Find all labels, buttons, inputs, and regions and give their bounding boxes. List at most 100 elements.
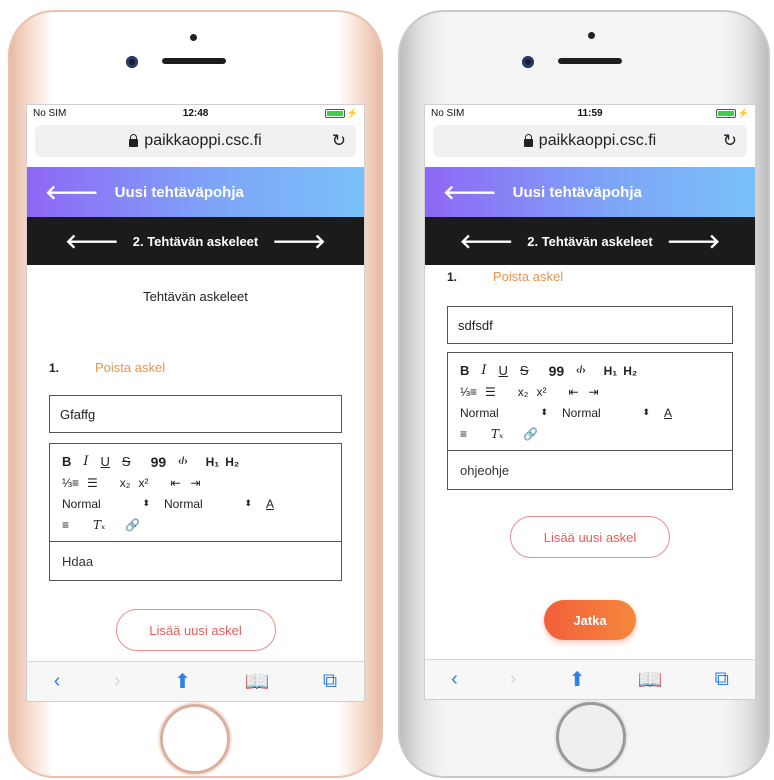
back-nav-icon[interactable]: ‹: [54, 670, 61, 693]
bullet-list-icon[interactable]: ☰: [485, 385, 496, 399]
charging-icon: ⚡: [737, 107, 749, 118]
text-color-button[interactable]: A: [266, 497, 274, 511]
indent-icon[interactable]: ⇥: [191, 476, 201, 490]
outdent-icon[interactable]: ⇤: [170, 476, 180, 490]
step-row: 1. Poista askel: [447, 269, 733, 284]
charging-icon: ⚡: [346, 107, 358, 118]
superscript-button[interactable]: x²: [138, 476, 148, 490]
address-bar[interactable]: paikkaoppi.csc.fi ↻: [35, 125, 356, 157]
align-icon[interactable]: ≡: [460, 427, 467, 441]
section-title: Tehtävän askeleet: [143, 289, 248, 304]
status-bar: No SIM 12:48 ⚡: [27, 105, 364, 121]
heading1-button[interactable]: H₁: [604, 364, 618, 378]
strikethrough-button[interactable]: S: [520, 363, 529, 378]
remove-step-link[interactable]: Poista askel: [493, 269, 563, 284]
underline-button[interactable]: U: [499, 363, 508, 378]
rich-text-editor: B I U S 99 ‹/› H₁ H₂ ⅓≡ ☰ x₂ x² ⇤ ⇥ Norm…: [49, 443, 342, 581]
quote-button[interactable]: 99: [151, 454, 167, 470]
step-title-input[interactable]: sdfsdf: [447, 306, 733, 344]
text-color-button[interactable]: A: [664, 406, 672, 420]
step-navigation: 🡐 2. Tehtävän askeleet 🡒: [425, 217, 755, 265]
heading2-button[interactable]: H₂: [225, 455, 239, 469]
content-area: Tehtävän askeleet 1. Poista askel Gfaffg…: [27, 289, 364, 651]
clear-format-icon[interactable]: Tₓ: [93, 518, 105, 532]
next-step-arrow-icon[interactable]: 🡒: [667, 229, 721, 254]
clock: 11:59: [577, 107, 603, 119]
home-button[interactable]: [160, 704, 230, 774]
subscript-button[interactable]: x₂: [518, 385, 529, 399]
font-select-value: Normal: [164, 496, 203, 511]
status-bar: No SIM 11:59 ⚡: [425, 105, 755, 121]
tabs-icon[interactable]: ⧉: [715, 668, 729, 691]
reload-icon[interactable]: ↻: [723, 131, 737, 151]
rich-text-editor: B I U S 99 ‹/› H₁ H₂ ⅓≡ ☰ x₂ x² ⇤ ⇥ Norm…: [447, 352, 733, 490]
size-select-value: Normal: [460, 405, 499, 420]
continue-button[interactable]: Jatka: [544, 600, 636, 640]
editor-content[interactable]: Hdaa: [50, 542, 341, 580]
indent-icon[interactable]: ⇥: [589, 385, 599, 399]
subscript-button[interactable]: x₂: [120, 476, 131, 490]
step-number: 1.: [447, 269, 458, 284]
heading1-button[interactable]: H₁: [206, 455, 220, 469]
bullet-list-icon[interactable]: ☰: [87, 476, 98, 490]
ordered-list-icon[interactable]: ⅓≡: [62, 476, 79, 490]
prev-step-arrow-icon[interactable]: 🡐: [460, 229, 514, 254]
strikethrough-button[interactable]: S: [122, 454, 131, 469]
superscript-button[interactable]: x²: [536, 385, 546, 399]
back-arrow-icon[interactable]: 🡐: [443, 180, 497, 205]
carrier-label: No SIM: [33, 107, 67, 119]
forward-nav-icon[interactable]: ›: [510, 668, 517, 691]
code-button[interactable]: ‹/›: [178, 456, 187, 467]
link-icon[interactable]: 🔗: [523, 427, 538, 441]
align-icon[interactable]: ≡: [62, 518, 69, 532]
tabs-icon[interactable]: ⧉: [323, 670, 337, 693]
share-icon[interactable]: ⬆: [174, 669, 191, 694]
italic-button[interactable]: I: [481, 363, 486, 378]
sensor-dot: [190, 34, 197, 41]
add-step-button[interactable]: Lisää uusi askel: [510, 516, 670, 558]
phone-left: No SIM 12:48 ⚡ paikkaoppi.csc.fi ↻ 🡐 Uus…: [8, 10, 383, 778]
underline-button[interactable]: U: [101, 454, 110, 469]
page-title: Uusi tehtäväpohja: [114, 183, 244, 201]
share-icon[interactable]: ⬆: [569, 667, 586, 692]
remove-step-link[interactable]: Poista askel: [95, 360, 165, 375]
step-navigation: 🡐 2. Tehtävän askeleet 🡒: [27, 217, 364, 265]
bold-button[interactable]: B: [62, 454, 71, 469]
size-select[interactable]: Normal ⬍: [62, 497, 164, 511]
quote-button[interactable]: 99: [549, 363, 565, 379]
link-icon[interactable]: 🔗: [125, 518, 140, 532]
select-caret-icon: ⬍: [642, 407, 650, 417]
prev-step-arrow-icon[interactable]: 🡐: [65, 229, 119, 254]
bookmarks-icon[interactable]: 📖: [244, 669, 269, 694]
step-label: 2. Tehtävän askeleet: [527, 233, 653, 249]
bookmarks-icon[interactable]: 📖: [638, 667, 663, 692]
font-select[interactable]: Normal ⬍: [562, 406, 664, 420]
back-arrow-icon[interactable]: 🡐: [45, 180, 99, 205]
bold-button[interactable]: B: [460, 363, 469, 378]
editor-toolbar: B I U S 99 ‹/› H₁ H₂ ⅓≡ ☰ x₂ x² ⇤ ⇥ Norm…: [448, 353, 732, 451]
outdent-icon[interactable]: ⇤: [568, 385, 578, 399]
next-step-arrow-icon[interactable]: 🡒: [272, 229, 326, 254]
reload-icon[interactable]: ↻: [332, 131, 346, 151]
address-bar[interactable]: paikkaoppi.csc.fi ↻: [433, 125, 747, 157]
back-nav-icon[interactable]: ‹: [451, 668, 458, 691]
add-step-button[interactable]: Lisää uusi askel: [115, 609, 276, 651]
lock-icon: [129, 134, 139, 147]
font-select[interactable]: Normal ⬍: [164, 497, 266, 511]
earpiece-speaker: [162, 58, 226, 64]
lock-icon: [523, 134, 533, 147]
clear-format-icon[interactable]: Tₓ: [491, 427, 503, 441]
italic-button[interactable]: I: [83, 454, 88, 469]
app-header: 🡐 Uusi tehtäväpohja: [425, 167, 755, 217]
step-title-input[interactable]: Gfaffg: [49, 395, 342, 433]
ordered-list-icon[interactable]: ⅓≡: [460, 385, 477, 399]
size-select[interactable]: Normal ⬍: [460, 406, 562, 420]
forward-nav-icon[interactable]: ›: [114, 670, 121, 693]
phone-right: No SIM 11:59 ⚡ paikkaoppi.csc.fi ↻ 🡐 Uus…: [398, 10, 770, 778]
code-button[interactable]: ‹/›: [576, 365, 585, 376]
safari-toolbar: ‹ › ⬆ 📖 ⧉: [27, 661, 364, 701]
editor-content[interactable]: ohjeohje: [448, 451, 732, 489]
heading2-button[interactable]: H₂: [623, 364, 637, 378]
clock: 12:48: [182, 107, 209, 119]
home-button[interactable]: [556, 702, 626, 772]
